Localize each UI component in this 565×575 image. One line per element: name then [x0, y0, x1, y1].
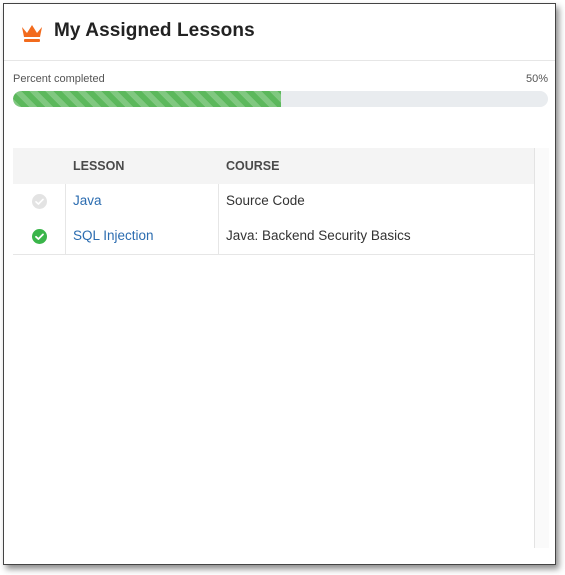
- lessons-table: LESSON COURSE Java Source Code SQL Injec: [13, 148, 534, 564]
- lesson-link[interactable]: Java: [73, 193, 102, 208]
- course-name: Source Code: [226, 193, 305, 208]
- page-title: My Assigned Lessons: [54, 20, 255, 41]
- progress-bar-fill: [13, 91, 281, 107]
- column-header-lesson[interactable]: LESSON: [73, 159, 124, 173]
- assigned-lessons-card: My Assigned Lessons Percent completed 50…: [3, 3, 556, 565]
- check-circle-green-icon: [32, 229, 47, 244]
- course-name: Java: Backend Security Basics: [226, 228, 411, 243]
- progress-label: Percent completed: [13, 73, 105, 85]
- lesson-link[interactable]: SQL Injection: [73, 228, 154, 243]
- check-circle-gray-icon: [32, 194, 47, 209]
- column-header-course[interactable]: COURSE: [226, 159, 279, 173]
- progress-value: 50%: [525, 73, 548, 85]
- table-row: SQL Injection Java: Backend Security Bas…: [13, 219, 534, 255]
- table-header: LESSON COURSE: [13, 148, 534, 184]
- table-scrollbar[interactable]: [534, 148, 549, 548]
- crown-icon: [22, 25, 42, 42]
- card-header: My Assigned Lessons: [4, 4, 555, 61]
- progress-bar: [13, 91, 548, 107]
- table-row: Java Source Code: [13, 184, 534, 220]
